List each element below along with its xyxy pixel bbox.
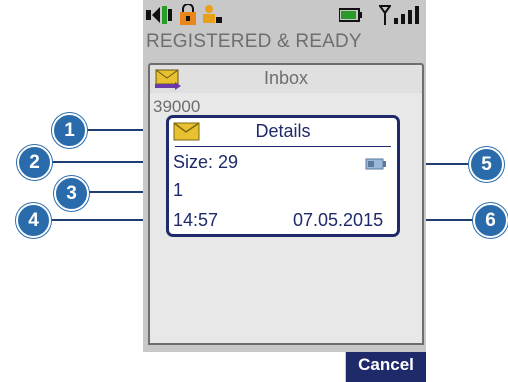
message-date: 07.05.2015 [293,210,384,230]
lock-icon [180,4,196,25]
callout-3: 3 [54,176,89,211]
left-softkey[interactable] [143,352,345,382]
callout-5: 5 [469,147,504,182]
user-status-icon [203,5,222,23]
callout-6: 6 [473,203,508,238]
signal-strength-icon-left [146,6,172,24]
registration-status: REGISTERED & READY [146,31,362,52]
phone-screen: REGISTERED & READY Inbox 39000 Details S… [143,0,426,382]
message-count: 1 [173,180,184,200]
status-bar [143,0,426,32]
battery-small-icon [365,158,386,170]
message-sender[interactable]: 39000 [153,97,200,117]
message-size: Size: 29 [173,152,239,172]
callout-2: 2 [17,145,52,180]
callout-1: 1 [52,113,87,148]
callout-4: 4 [16,203,51,238]
details-dialog: Details Size: 29 1 14:57 07.05.2015 [166,115,400,237]
dialog-title: Details [255,121,311,141]
antenna-icon [379,5,391,25]
message-time: 14:57 [173,210,219,230]
cancel-button[interactable]: Cancel [346,352,426,382]
inbox-header: Inbox [148,63,424,95]
signal-bars-icon [394,6,419,24]
inbox-title: Inbox [263,68,309,88]
battery-icon [339,8,362,22]
dialog-divider [175,146,391,147]
